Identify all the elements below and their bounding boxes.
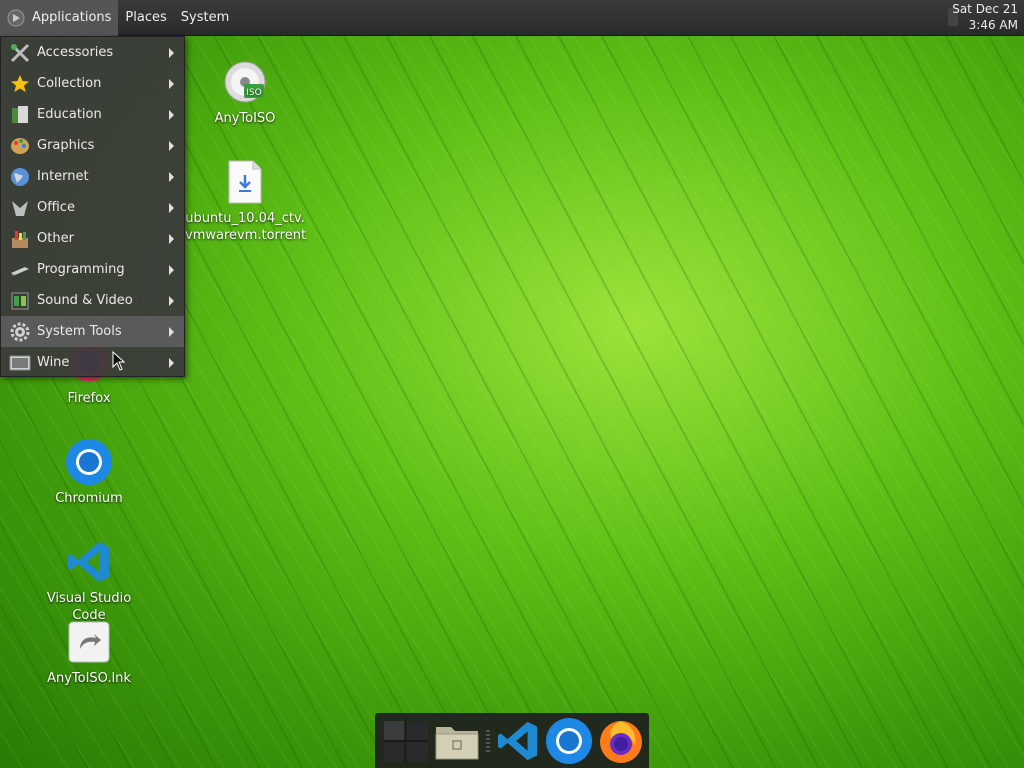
submenu-arrow-icon: [169, 358, 174, 368]
menu-item-label: Wine: [37, 355, 70, 370]
desktop-icon-torrent[interactable]: ubuntu_10.04_ctv. vmwarevm.torrent: [185, 158, 307, 244]
menu-item-graphics[interactable]: Graphics: [1, 130, 184, 161]
clock-time: 3:46 AM: [968, 18, 1018, 32]
menu-item-label: Graphics: [37, 138, 95, 153]
submenu-arrow-icon: [169, 79, 174, 89]
desktop-icon-anytoiso-lnk[interactable]: AnyToISO.lnk: [29, 618, 149, 687]
vscode-icon: [65, 538, 113, 586]
desktop-icon-label: AnyToISO.lnk: [47, 671, 131, 686]
workspace-switcher-icon[interactable]: [383, 717, 430, 765]
menu-item-label: Internet: [37, 169, 89, 184]
dock: [375, 713, 649, 768]
applications-dropdown: Accessories Collection Education Graphic…: [0, 36, 185, 377]
submenu-arrow-icon: [169, 172, 174, 182]
wine-icon: [9, 352, 31, 374]
top-panel: Applications Places System Sat Dec 21 3:…: [0, 0, 1024, 36]
chromium-icon: [65, 438, 113, 486]
menu-item-wine[interactable]: Wine: [1, 347, 184, 378]
menu-item-label: Programming: [37, 262, 125, 277]
menu-item-label: Collection: [37, 76, 102, 91]
chromium-icon[interactable]: [545, 717, 593, 765]
desktop-icon-vscode[interactable]: Visual Studio Code: [29, 538, 149, 624]
dock-separator: [486, 729, 491, 752]
desktop-icon-anytoiso[interactable]: ISO AnyToISO: [185, 58, 305, 127]
desktop-icon-label-line1: ubuntu_10.04_ctv.: [185, 211, 305, 226]
desktop-icon-label-line2: vmwarevm.torrent: [185, 228, 307, 243]
menu-item-label: Other: [37, 231, 74, 246]
torrent-file-icon: [221, 158, 269, 206]
accessories-icon: [9, 42, 31, 64]
shortcut-file-icon: [65, 618, 113, 666]
menu-item-other[interactable]: Other: [1, 223, 184, 254]
menu-item-label: System Tools: [37, 324, 122, 339]
desktop-icon-label: Firefox: [67, 391, 111, 406]
menu-item-label: Sound & Video: [37, 293, 133, 308]
desktop-icon-chromium[interactable]: Chromium: [29, 438, 149, 507]
programming-icon: [9, 259, 31, 281]
applications-label: Applications: [32, 10, 112, 25]
submenu-arrow-icon: [169, 203, 174, 213]
menu-item-internet[interactable]: Internet: [1, 161, 184, 192]
clock-date: Sat Dec 21: [952, 2, 1018, 16]
star-icon: [9, 73, 31, 95]
other-icon: [9, 228, 31, 250]
svg-text:ISO: ISO: [246, 88, 261, 98]
system-menu[interactable]: System: [174, 0, 236, 36]
menu-item-label: Office: [37, 200, 75, 215]
menu-item-office[interactable]: Office: [1, 192, 184, 223]
gear-icon: [9, 321, 31, 343]
submenu-arrow-icon: [169, 265, 174, 275]
anytoiso-disc-icon: ISO: [221, 58, 269, 106]
clock[interactable]: Sat Dec 21 3:46 AM: [952, 1, 1018, 33]
desktop-icon-label: AnyToISO: [214, 111, 276, 126]
menu-item-label: Education: [37, 107, 102, 122]
menu-item-programming[interactable]: Programming: [1, 254, 184, 285]
submenu-arrow-icon: [169, 234, 174, 244]
media-icon: [9, 290, 31, 312]
office-icon: [9, 197, 31, 219]
firefox-icon[interactable]: [597, 717, 645, 765]
menu-item-collection[interactable]: Collection: [1, 68, 184, 99]
places-menu[interactable]: Places: [118, 0, 173, 36]
submenu-arrow-icon: [169, 110, 174, 120]
places-label: Places: [125, 10, 167, 25]
menu-item-label: Accessories: [37, 45, 114, 60]
menu-item-education[interactable]: Education: [1, 99, 184, 130]
applications-menu[interactable]: Applications: [0, 0, 119, 36]
submenu-arrow-icon: [169, 141, 174, 151]
file-manager-icon[interactable]: [434, 717, 481, 765]
globe-icon: [9, 166, 31, 188]
submenu-arrow-icon: [169, 327, 174, 337]
desktop-icon-label: Chromium: [55, 491, 123, 506]
applications-logo-icon: [7, 9, 25, 27]
submenu-arrow-icon: [169, 48, 174, 58]
menu-item-system-tools[interactable]: System Tools: [1, 316, 184, 347]
menu-item-accessories[interactable]: Accessories: [1, 37, 184, 68]
mouse-cursor-icon: [112, 351, 126, 371]
vscode-icon[interactable]: [494, 717, 541, 765]
system-label: System: [180, 10, 230, 25]
menu-item-sound-video[interactable]: Sound & Video: [1, 285, 184, 316]
graphics-icon: [9, 135, 31, 157]
education-icon: [9, 104, 31, 126]
submenu-arrow-icon: [169, 296, 174, 306]
